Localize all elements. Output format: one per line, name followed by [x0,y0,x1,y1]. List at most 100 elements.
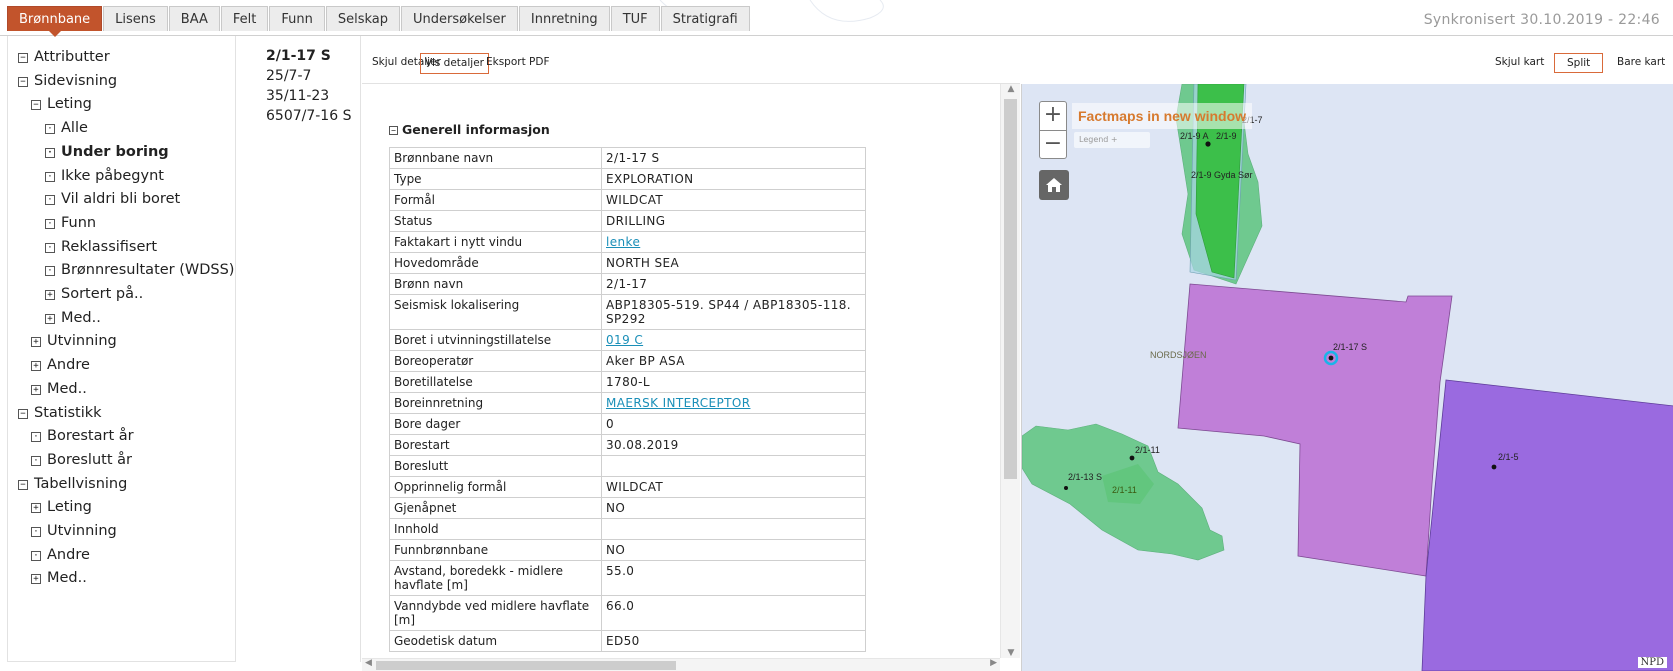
collapse-icon[interactable]: − [18,408,28,419]
expand-icon[interactable]: + [45,313,55,324]
leaf-icon[interactable]: · [31,455,41,466]
export-pdf-button[interactable]: Eksport PDF [486,53,550,74]
well-marker-2-1-9[interactable] [1205,141,1211,147]
tree-item[interactable]: · Alle [45,116,88,140]
tree-item[interactable]: · Funn [45,211,96,235]
collapse-icon[interactable]: − [31,100,41,111]
field-value-link[interactable]: MAERSK INTERCEPTOR [606,396,750,410]
expand-icon[interactable]: + [31,503,41,514]
collapse-icon[interactable]: − [389,126,398,135]
home-button[interactable] [1039,170,1069,200]
tree-item[interactable]: − Statistikk [18,401,102,425]
tab-8[interactable]: TUF [610,6,660,31]
tree-item[interactable]: · Ikke påbegynt [45,164,164,188]
split-view-button[interactable]: Split [1554,53,1604,73]
expand-icon[interactable]: + [31,574,41,585]
scroll-thumb[interactable] [1004,99,1017,479]
show-details-button[interactable]: Vis detaljer [420,53,489,74]
tree-item[interactable]: − Leting [31,92,92,116]
tree-item[interactable]: − Attributter [18,45,110,69]
wellbore-list-item[interactable]: 2/1-17 S [266,46,331,66]
leaf-icon[interactable]: · [45,266,55,277]
field-value-link[interactable]: lenke [606,235,640,249]
tree-item[interactable]: · Borestart år [31,424,134,448]
collapse-icon[interactable]: − [18,479,28,490]
tree-item[interactable]: − Tabellvisning [18,472,127,496]
tree-item[interactable]: + Med.. [45,306,101,330]
expand-icon[interactable]: + [45,290,55,300]
expand-icon[interactable]: + [31,361,41,372]
wellbore-list-item[interactable]: 35/11-23 [266,86,329,106]
field-name: Seismisk lokalisering [389,294,602,330]
tree-item[interactable]: · Utvinning [31,519,117,543]
tab-5[interactable]: Selskap [325,6,400,31]
field-value-link[interactable]: 019 C [606,333,643,347]
legend-toggle[interactable]: Legend + [1074,132,1150,148]
tab-7[interactable]: Innretning [518,6,610,31]
horizontal-scrollbar[interactable]: ◀ ▶ [362,658,1000,671]
well-marker-2-1-5[interactable] [1491,464,1497,470]
map-canvas[interactable]: 2/1-7 2/1-9 A 2/1-9 2/1-9 Gyda Sør 2/1-1… [1022,84,1673,671]
leaf-icon[interactable]: · [45,147,55,158]
collapse-icon[interactable]: − [18,76,28,87]
leaf-icon[interactable]: · [31,550,41,561]
leaf-icon[interactable]: · [45,218,55,229]
section-header-general[interactable]: − Generell informasjon [389,122,550,137]
collapse-icon[interactable]: − [18,53,28,63]
tree-item[interactable]: + Med.. [31,377,87,401]
zoom-out-button[interactable]: − [1040,130,1066,158]
tree-item[interactable]: + Andre [31,353,90,377]
scroll-up-arrow-icon[interactable]: ▲ [1001,84,1021,94]
tree-item-label: Brønnresultater (WDSS) [61,262,235,279]
table-row: Type EXPLORATION [389,168,866,190]
leaf-icon[interactable]: · [31,432,41,443]
table-row: Borestart 30.08.2019 [389,434,866,456]
leaf-icon[interactable]: · [45,171,55,182]
tab-0[interactable]: Brønnbane [7,6,103,37]
expand-icon[interactable]: + [31,384,41,395]
wellbore-list: 2/1-17 S 25/7-7 35/11-23 6507/7-16 S [236,36,361,662]
leaf-icon[interactable]: · [45,242,55,253]
well-marker-2-1-17s[interactable] [1328,355,1334,361]
tree-item[interactable]: + Utvinning [31,329,117,353]
field-value: NO [601,539,866,561]
vertical-scrollbar[interactable]: ▲ ▼ [1000,84,1020,658]
well-marker-2-1-11[interactable] [1129,455,1135,461]
hide-map-button[interactable]: Skjul kart [1495,53,1544,73]
tree-item[interactable]: · Vil aldri bli boret [45,187,180,211]
wellbore-list-item[interactable]: 25/7-7 [266,66,311,86]
tab-6[interactable]: Undersøkelser [401,6,518,31]
tree-item[interactable]: + Med.. [31,566,87,590]
leaf-icon[interactable]: · [45,195,55,206]
tab-4[interactable]: Funn [269,6,325,31]
scroll-right-arrow-icon[interactable]: ▶ [990,658,997,668]
tree-item[interactable]: · Brønnresultater (WDSS) [45,258,234,282]
tab-1[interactable]: Lisens [103,6,168,31]
tree-item[interactable]: · Under boring [45,140,169,164]
well-marker-2-1-13s[interactable] [1064,486,1068,490]
factmaps-new-window-link[interactable]: Factmaps in new window [1072,103,1253,129]
scroll-down-arrow-icon[interactable]: ▼ [1001,648,1021,658]
expand-icon[interactable]: + [31,337,41,348]
tab-2[interactable]: BAA [168,6,220,31]
tree-item[interactable]: · Reklassifisert [45,235,157,259]
table-row: Boreslutt [389,455,866,477]
zoom-in-button[interactable]: + [1040,102,1066,130]
tree-item[interactable]: + Sortert på.. [45,282,143,306]
tree-item[interactable]: · Andre [31,543,90,567]
tree-item[interactable]: − Sidevisning [18,69,117,93]
tab-3[interactable]: Felt [220,6,269,31]
tab-9[interactable]: Stratigrafi [660,6,750,31]
field-value: ED50 [601,630,866,652]
scroll-left-arrow-icon[interactable]: ◀ [365,658,372,668]
tree-item[interactable]: · Boreslutt år [31,448,132,472]
field-name: Hovedområde [389,252,602,274]
leaf-icon[interactable]: · [45,124,55,135]
tree-item[interactable]: + Leting [31,495,92,519]
leaf-icon[interactable]: · [31,527,41,537]
hscroll-thumb[interactable] [376,661,676,670]
field-value: 019 C [601,329,866,351]
map-only-button[interactable]: Bare kart [1617,53,1665,73]
wellbore-list-item[interactable]: 6507/7-16 S [266,106,351,126]
map-view[interactable]: 2/1-7 2/1-9 A 2/1-9 2/1-9 Gyda Sør 2/1-1… [1021,84,1673,671]
